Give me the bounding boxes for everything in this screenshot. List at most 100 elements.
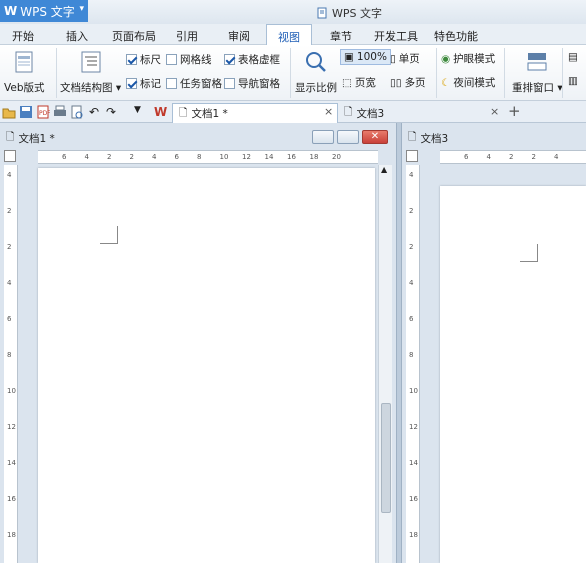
document-tab-bar: PDF ↶ ↷ ▼ W 🗋 文档1 * × 🗋 文档3 × + — [0, 101, 586, 123]
ruler-tick-label: 6 — [464, 153, 469, 161]
gridlines-checkbox[interactable]: 网格线 — [166, 52, 212, 67]
task-pane-checkbox[interactable]: 任务窗格 — [166, 76, 222, 91]
partial-ribbon-icon[interactable]: ▤ — [568, 51, 578, 63]
tab-special-features[interactable]: 特色功能 — [434, 28, 478, 44]
task-pane-check[interactable] — [166, 78, 177, 89]
zoom-100-icon: ▣ — [344, 51, 354, 63]
pdf-export-icon[interactable]: PDF — [36, 105, 50, 119]
tab-developer[interactable]: 开发工具 — [374, 28, 418, 44]
close-tab-icon[interactable]: × — [490, 105, 499, 118]
tab-stop-selector[interactable] — [4, 150, 16, 162]
ruler-tick-label: 14 — [264, 153, 274, 161]
ruler-tick-label: 4 — [409, 171, 414, 179]
web-layout-button[interactable]: Veb版式 — [4, 50, 45, 95]
wps-home-icon[interactable]: W — [154, 105, 168, 119]
ruler-tick-label: 4 — [7, 279, 12, 287]
tab-sections[interactable]: 章节 — [330, 28, 352, 44]
open-folder-icon[interactable] — [2, 105, 16, 119]
print-preview-icon[interactable] — [70, 105, 84, 119]
tab-start[interactable]: 开始 — [12, 28, 34, 44]
eye-icon: ◉ — [441, 52, 451, 65]
table-gridlines-check[interactable] — [224, 54, 235, 65]
tab-page-layout[interactable]: 页面布局 — [112, 28, 156, 44]
new-tab-button[interactable]: + — [508, 102, 521, 120]
nav-pane-check[interactable] — [224, 78, 235, 89]
arrange-window-button[interactable]: 重排窗口 ▾ — [512, 50, 563, 95]
ruler-tick-label: 6 — [174, 153, 179, 161]
page-width-button[interactable]: ⬚ 页宽 — [342, 75, 376, 90]
ruler-checkbox[interactable]: 标尺 — [126, 52, 161, 67]
doc-structure-button[interactable]: 文档结构图 ▾ — [60, 50, 121, 95]
nav-pane-checkbox[interactable]: 导航窗格 — [224, 76, 280, 91]
document-page-left[interactable] — [38, 168, 375, 563]
tab-references[interactable]: 引用 — [176, 28, 198, 44]
ruler-tick-label: 8 — [7, 351, 12, 359]
zoom-button[interactable]: 显示比例 — [295, 50, 337, 95]
pane-title-right: 🗋 文档3 — [408, 129, 448, 147]
zoom-100-button[interactable]: ▣ 100% — [340, 49, 391, 65]
vertical-ruler-right[interactable]: 4 2 2 4 6 8 10 12 14 16 18 — [406, 165, 420, 563]
ruler-tick-label: 8 — [409, 351, 414, 359]
document-page-right[interactable] — [440, 186, 586, 563]
ruler-tick-label: 14 — [7, 459, 16, 467]
ruler-tick-label: 16 — [287, 153, 296, 161]
eye-mode-button[interactable]: ◉ 护眼模式 — [441, 51, 495, 66]
tab-review[interactable]: 审阅 — [228, 28, 250, 44]
ruler-check[interactable] — [126, 54, 137, 65]
undo-icon[interactable]: ↶ — [89, 105, 103, 119]
quick-access-dropdown-icon[interactable]: ▼ — [134, 105, 148, 119]
ruler-tick-label: 16 — [7, 495, 16, 503]
tab-document1[interactable]: 🗋 文档1 * — [172, 103, 338, 123]
app-name: WPS 文字 — [20, 4, 75, 19]
horizontal-ruler-left[interactable]: 6 4 2 2 4 6 8 10 12 14 16 18 20 — [38, 150, 378, 164]
partial-ribbon-icon-2[interactable]: ▥ — [568, 75, 578, 87]
multi-page-button[interactable]: ▯▯ 多页 — [390, 75, 426, 90]
vertical-ruler-left[interactable]: 4 2 2 4 6 8 10 12 14 16 18 — [4, 165, 18, 563]
ruler-tick-label: 16 — [409, 495, 418, 503]
table-gridlines-checkbox[interactable]: 表格虚框 — [224, 52, 280, 67]
tab-stop-selector[interactable] — [406, 150, 418, 162]
ruler-tick-label: 18 — [409, 531, 418, 539]
close-button[interactable]: ✕ — [362, 130, 388, 144]
vertical-scrollbar-left[interactable]: ▲ — [378, 165, 392, 563]
ruler-tick-label: 6 — [62, 153, 67, 161]
horizontal-ruler-right[interactable]: 6 4 2 2 4 — [440, 150, 586, 164]
document-icon: 🗋 — [344, 106, 353, 118]
ruler-tick-label: 2 — [509, 153, 514, 161]
ribbon-separator — [562, 48, 563, 98]
tab-view[interactable]: 视图 — [266, 24, 312, 45]
scroll-up-icon[interactable]: ▲ — [381, 165, 387, 174]
maximize-button[interactable] — [337, 130, 359, 144]
marks-check[interactable] — [126, 78, 137, 89]
ruler-tick-label: 2 — [409, 243, 414, 251]
gridlines-check[interactable] — [166, 54, 177, 65]
ribbon-separator — [290, 48, 291, 98]
chevron-down-icon: ▾ — [79, 4, 84, 14]
document-icon: 🗋 — [179, 106, 188, 119]
night-mode-button[interactable]: ☾ 夜间模式 — [441, 75, 495, 90]
single-page-button[interactable]: ▯ 单页 — [390, 51, 420, 66]
ribbon-separator — [504, 48, 505, 98]
svg-text:PDF: PDF — [39, 110, 50, 117]
ruler-tick-label: 2 — [7, 207, 12, 215]
minimize-button[interactable] — [312, 130, 334, 144]
save-icon[interactable] — [19, 105, 33, 119]
close-tab-icon[interactable]: × — [324, 105, 333, 118]
window-title: WPS 文字 — [316, 5, 382, 21]
ruler-tick-label: 2 — [7, 243, 12, 251]
print-icon[interactable] — [53, 105, 67, 119]
ruler-tick-label: 4 — [7, 171, 12, 179]
ruler-tick-label: 2 — [531, 153, 536, 161]
ruler-tick-label: 12 — [242, 153, 251, 161]
split-divider[interactable] — [396, 123, 402, 563]
scroll-thumb[interactable] — [381, 403, 391, 513]
marks-checkbox[interactable]: 标记 — [126, 76, 161, 91]
app-menu-button[interactable]: W WPS 文字 ▾ — [0, 0, 88, 22]
tab-document3[interactable]: 🗋 文档3 — [338, 103, 504, 123]
document-icon: 🗋 — [408, 131, 417, 143]
ruler-tick-label: 4 — [152, 153, 157, 161]
redo-icon[interactable]: ↷ — [106, 105, 120, 119]
tab-insert[interactable]: 插入 — [66, 28, 88, 44]
document-icon — [317, 7, 327, 19]
ruler-tick-label: 4 — [554, 153, 559, 161]
